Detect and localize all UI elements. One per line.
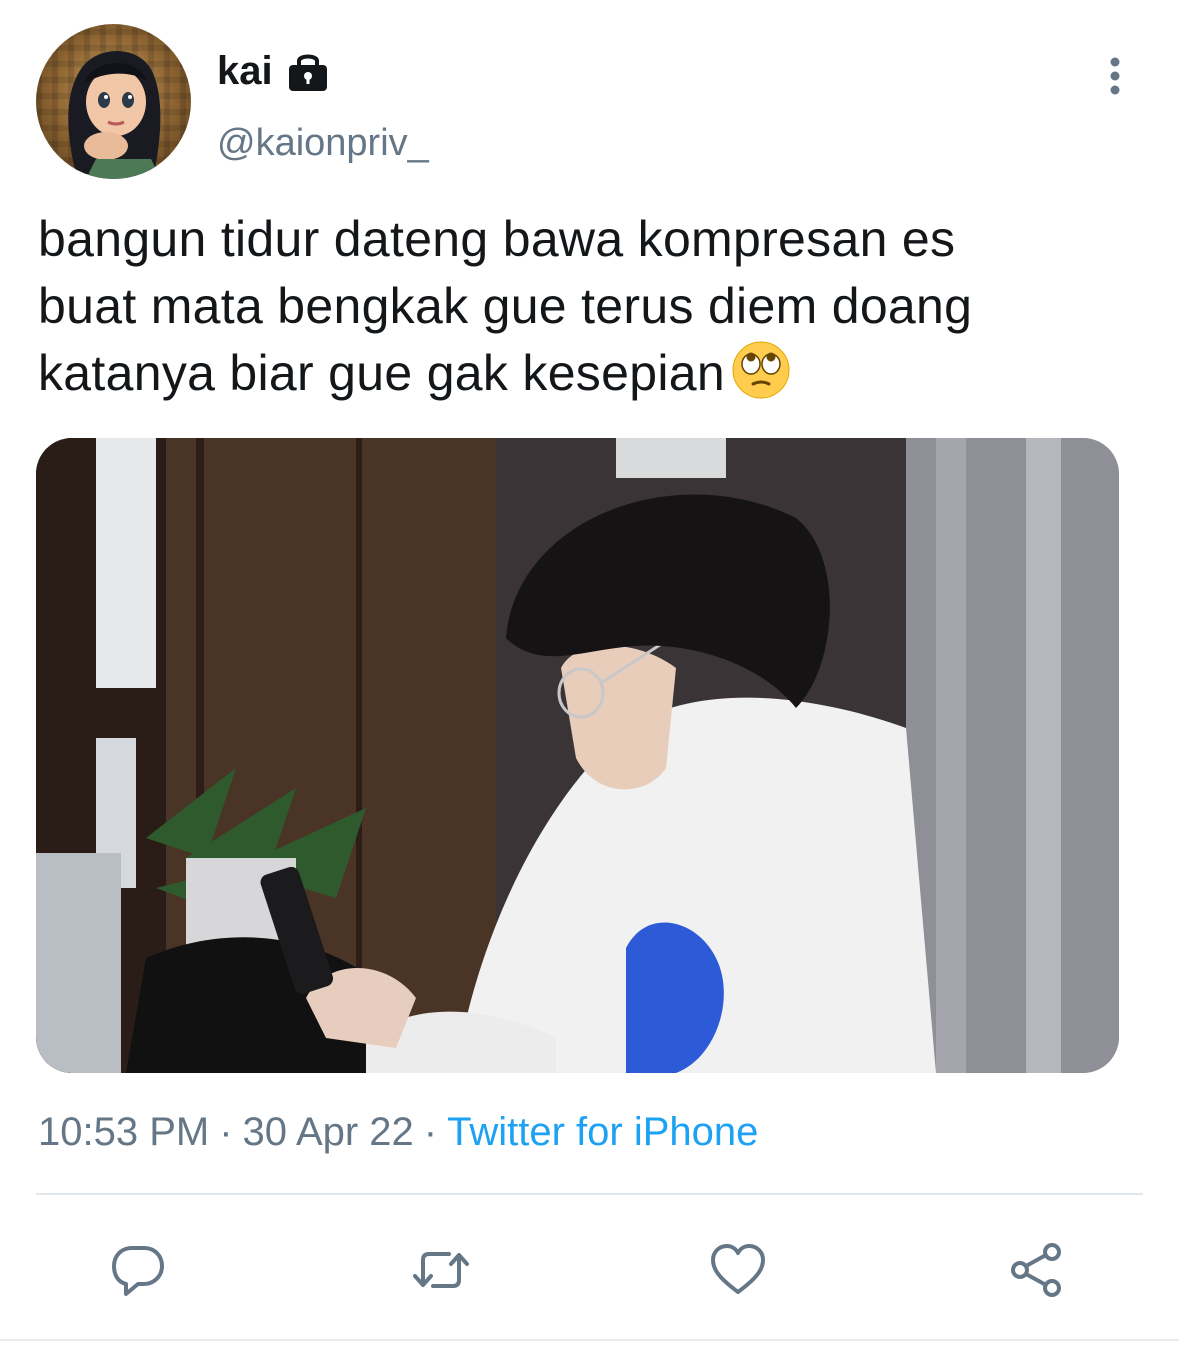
meta-separator: · bbox=[423, 1110, 438, 1154]
divider bbox=[36, 1193, 1143, 1195]
name-row: kai bbox=[217, 48, 331, 94]
more-options-icon[interactable] bbox=[1100, 54, 1130, 98]
tweet-card: kai @kaionpriv_ bangun tidur dateng bawa… bbox=[0, 0, 1179, 1359]
display-name[interactable]: kai bbox=[217, 51, 273, 91]
like-button[interactable] bbox=[708, 1240, 768, 1300]
reply-button[interactable] bbox=[108, 1240, 168, 1300]
tweet-text: bangun tidur dateng bawa kompresan es bu… bbox=[38, 206, 1138, 407]
share-icon bbox=[1011, 1243, 1061, 1297]
tweet-source-link[interactable]: Twitter for iPhone bbox=[447, 1110, 758, 1154]
divider bbox=[0, 1339, 1179, 1341]
tweet-text-line: bangun tidur dateng bawa kompresan es bbox=[38, 211, 956, 267]
tweet-time[interactable]: 10:53 PM bbox=[38, 1110, 209, 1154]
rolling-eyes-emoji-icon bbox=[731, 340, 791, 400]
meta-separator: · bbox=[219, 1110, 233, 1154]
tweet-date[interactable]: 30 Apr 22 bbox=[243, 1110, 414, 1154]
retweet-icon bbox=[413, 1252, 469, 1288]
share-button[interactable] bbox=[1006, 1240, 1066, 1300]
tweet-photo[interactable] bbox=[36, 438, 1119, 1073]
tweet-text-line: katanya biar gue gak kesepian bbox=[38, 340, 1138, 407]
retweet-button[interactable] bbox=[411, 1240, 471, 1300]
like-icon bbox=[711, 1244, 765, 1294]
reply-icon bbox=[112, 1246, 164, 1296]
tweet-text-line-content: katanya biar gue gak kesepian bbox=[38, 345, 725, 401]
avatar[interactable] bbox=[36, 24, 191, 179]
photo-image bbox=[36, 438, 1119, 1073]
lock-icon bbox=[285, 48, 331, 94]
tweet-meta: 10:53 PM · 30 Apr 22 · Twitter for iPhone bbox=[38, 1112, 758, 1152]
tweet-text-line: buat mata bengkak gue terus diem doang bbox=[38, 278, 973, 334]
avatar-image bbox=[68, 50, 161, 179]
user-handle[interactable]: @kaionpriv_ bbox=[217, 124, 429, 162]
